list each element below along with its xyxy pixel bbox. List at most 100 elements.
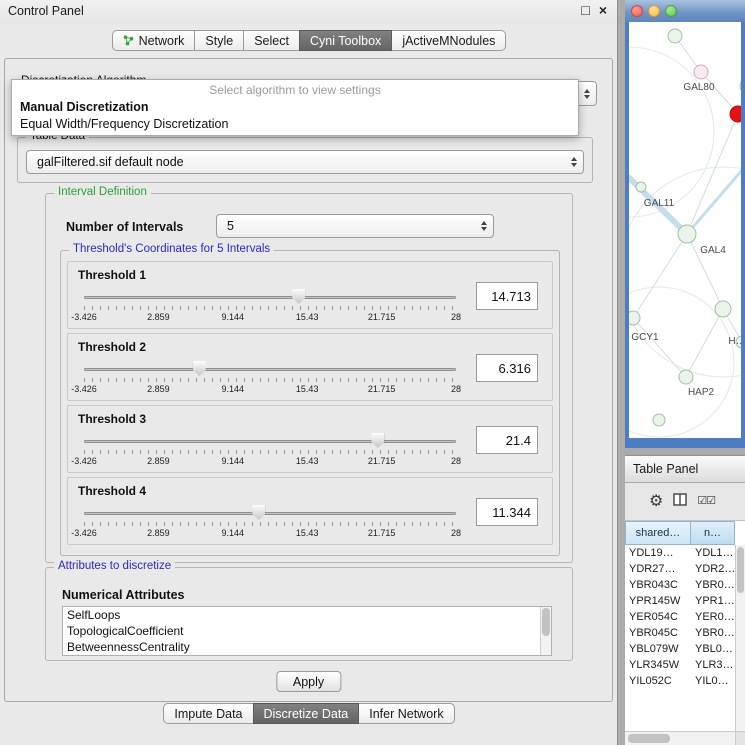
attribute-item-betweennesscentrality[interactable]: BetweennessCentrality bbox=[63, 639, 539, 655]
number-of-intervals-value: 5 bbox=[227, 219, 234, 233]
minimize-icon[interactable]: □ bbox=[581, 2, 589, 18]
network-node[interactable] bbox=[715, 301, 731, 317]
network-node[interactable] bbox=[678, 225, 696, 243]
slider-tick-label: 28 bbox=[451, 456, 461, 466]
threshold-slider[interactable]: -3.4262.8599.14415.4321.71528 bbox=[84, 358, 456, 398]
table-horizontal-scrollbar[interactable] bbox=[625, 731, 735, 745]
network-node[interactable] bbox=[636, 182, 646, 192]
table-row[interactable]: YBL079WYBL0… bbox=[625, 641, 735, 657]
close-icon[interactable]: × bbox=[599, 2, 607, 18]
threshold-slider[interactable]: -3.4262.8599.14415.4321.71528 bbox=[84, 502, 456, 542]
table-header-row: shared… n… bbox=[625, 521, 745, 545]
column-header-name[interactable]: n… bbox=[691, 521, 735, 545]
algorithm-option-equal-width-frequency-discretization[interactable]: Equal Width/Frequency Discretization bbox=[12, 115, 578, 132]
numerical-attributes-label: Numerical Attributes bbox=[62, 588, 184, 602]
mac-close-button[interactable] bbox=[631, 5, 643, 17]
slider-thumb[interactable] bbox=[193, 361, 206, 376]
cell-name: YDL1… bbox=[691, 545, 735, 561]
network-node[interactable] bbox=[629, 311, 640, 325]
table-columns-icon[interactable] bbox=[673, 493, 687, 510]
slider-track[interactable] bbox=[84, 296, 456, 299]
tab-label: Cyni Toolbox bbox=[310, 34, 381, 48]
table-row[interactable]: YIL052CYIL0… bbox=[625, 673, 735, 689]
table-row[interactable]: YER054CYER0… bbox=[625, 609, 735, 625]
table-rows: YDL19…YDL1…YDR27…YDR2…YBR043CYBR0…YPR145… bbox=[625, 545, 735, 731]
threshold-value-input[interactable] bbox=[476, 282, 538, 310]
combo-stepper-icon[interactable] bbox=[571, 157, 577, 167]
scrollbar-thumb[interactable] bbox=[628, 734, 670, 743]
network-canvas[interactable]: GAL80GAL11GAL4GCY1H…HAP2 bbox=[629, 22, 741, 438]
network-node[interactable] bbox=[653, 414, 665, 426]
table-row[interactable]: YBR045CYBR0… bbox=[625, 625, 735, 641]
cell-name: YBR0… bbox=[691, 625, 735, 641]
slider-tick-label: 15.43 bbox=[296, 528, 319, 538]
attributes-list-scrollbar[interactable] bbox=[540, 607, 551, 655]
slider-thumb[interactable] bbox=[292, 289, 305, 304]
threshold-value-input[interactable] bbox=[476, 426, 538, 454]
tab-jactivemnodules[interactable]: jActiveMNodules bbox=[391, 30, 506, 51]
threshold-value-input[interactable] bbox=[476, 498, 538, 526]
network-node[interactable] bbox=[740, 79, 741, 93]
network-node-label: H… bbox=[728, 336, 741, 347]
tab-infer-network[interactable]: Infer Network bbox=[358, 703, 454, 724]
threshold-label: Threshold 1 bbox=[78, 268, 146, 282]
slider-track[interactable] bbox=[84, 368, 456, 371]
scrollbar-thumb[interactable] bbox=[737, 547, 744, 593]
threshold-slider[interactable]: -3.4262.8599.14415.4321.71528 bbox=[84, 430, 456, 470]
network-window-titlebar[interactable] bbox=[625, 0, 745, 22]
tab-label: Infer Network bbox=[369, 707, 443, 721]
table-panel-window: Table Panel ⚙ ☑☑ shared… n… YDL19…YDL1…Y… bbox=[625, 455, 745, 745]
control-panel-titlebar[interactable]: Control Panel □ × bbox=[0, 0, 617, 24]
network-node[interactable] bbox=[668, 29, 682, 43]
tab-select[interactable]: Select bbox=[243, 30, 300, 51]
combo-stepper-icon[interactable] bbox=[584, 89, 590, 99]
slider-tick-label: 9.144 bbox=[222, 384, 245, 394]
thresholds-group-title: Threshold's Coordinates for 5 Intervals bbox=[69, 243, 274, 255]
threshold-value-input[interactable] bbox=[476, 354, 538, 382]
attributes-group-title: Attributes to discretize bbox=[54, 560, 175, 572]
attribute-item-selfloops[interactable]: SelfLoops bbox=[63, 607, 539, 623]
table-row[interactable]: YDR27…YDR2… bbox=[625, 561, 735, 577]
slider-track[interactable] bbox=[84, 440, 456, 443]
mac-zoom-button[interactable] bbox=[665, 5, 677, 17]
threshold-panel: Threshold 2 -3.4262.8599.14415.4321.7152… bbox=[67, 333, 553, 401]
gear-icon[interactable]: ⚙ bbox=[649, 494, 663, 510]
tab-impute-data[interactable]: Impute Data bbox=[163, 703, 253, 724]
slider-thumb[interactable] bbox=[252, 505, 265, 520]
attributes-list[interactable]: SelfLoopsTopologicalCoefficientBetweenne… bbox=[62, 606, 552, 656]
number-of-intervals-select[interactable]: 5 bbox=[216, 214, 494, 238]
cell-shared-name: YDL19… bbox=[625, 545, 691, 561]
tab-discretize-data[interactable]: Discretize Data bbox=[253, 703, 360, 724]
algorithm-option-manual-discretization[interactable]: Manual Discretization bbox=[12, 98, 578, 115]
tab-style[interactable]: Style bbox=[194, 30, 244, 51]
table-row[interactable]: YLR345WYLR3… bbox=[625, 657, 735, 673]
table-vertical-scrollbar[interactable] bbox=[735, 545, 745, 731]
attribute-item-topologicalcoefficient[interactable]: TopologicalCoefficient bbox=[63, 623, 539, 639]
slider-track[interactable] bbox=[84, 512, 456, 515]
table-row[interactable]: YBR043CYBR0… bbox=[625, 577, 735, 593]
table-row[interactable]: YPR145WYPR1… bbox=[625, 593, 735, 609]
tab-network[interactable]: Network bbox=[112, 30, 196, 51]
slider-tick-label: -3.426 bbox=[71, 456, 97, 466]
table-data-select[interactable]: galFiltered.sif default node bbox=[26, 150, 584, 174]
slider-tick-label: 9.144 bbox=[222, 456, 245, 466]
apply-button[interactable]: Apply bbox=[276, 671, 341, 692]
slider-thumb[interactable] bbox=[371, 433, 384, 448]
combo-stepper-icon[interactable] bbox=[481, 221, 487, 231]
scrollbar-thumb[interactable] bbox=[542, 608, 550, 636]
network-node[interactable] bbox=[730, 106, 741, 122]
mac-minimize-button[interactable] bbox=[648, 5, 660, 17]
network-node[interactable] bbox=[679, 370, 693, 384]
node-table: shared… n… YDL19…YDL1…YDR27…YDR2…YBR043C… bbox=[625, 521, 745, 745]
tab-label: Network bbox=[139, 34, 185, 48]
table-row[interactable]: YDL19…YDL1… bbox=[625, 545, 735, 561]
table-panel-header[interactable]: Table Panel bbox=[625, 455, 745, 483]
top-tab-bar: Network StyleSelect Cyni Toolbox jActiveMNo… bbox=[0, 30, 618, 51]
network-node[interactable] bbox=[694, 65, 708, 79]
tab-cyni-toolbox[interactable]: Cyni Toolbox bbox=[299, 30, 392, 51]
select-all-checkbox-icon[interactable]: ☑☑ bbox=[697, 496, 715, 507]
threshold-slider[interactable]: -3.4262.8599.14415.4321.71528 bbox=[84, 286, 456, 326]
column-header-shared-name[interactable]: shared… bbox=[625, 521, 691, 545]
thresholds-group: Threshold's Coordinates for 5 Intervals … bbox=[60, 250, 560, 556]
table-data-selected-value: galFiltered.sif default node bbox=[37, 155, 184, 169]
